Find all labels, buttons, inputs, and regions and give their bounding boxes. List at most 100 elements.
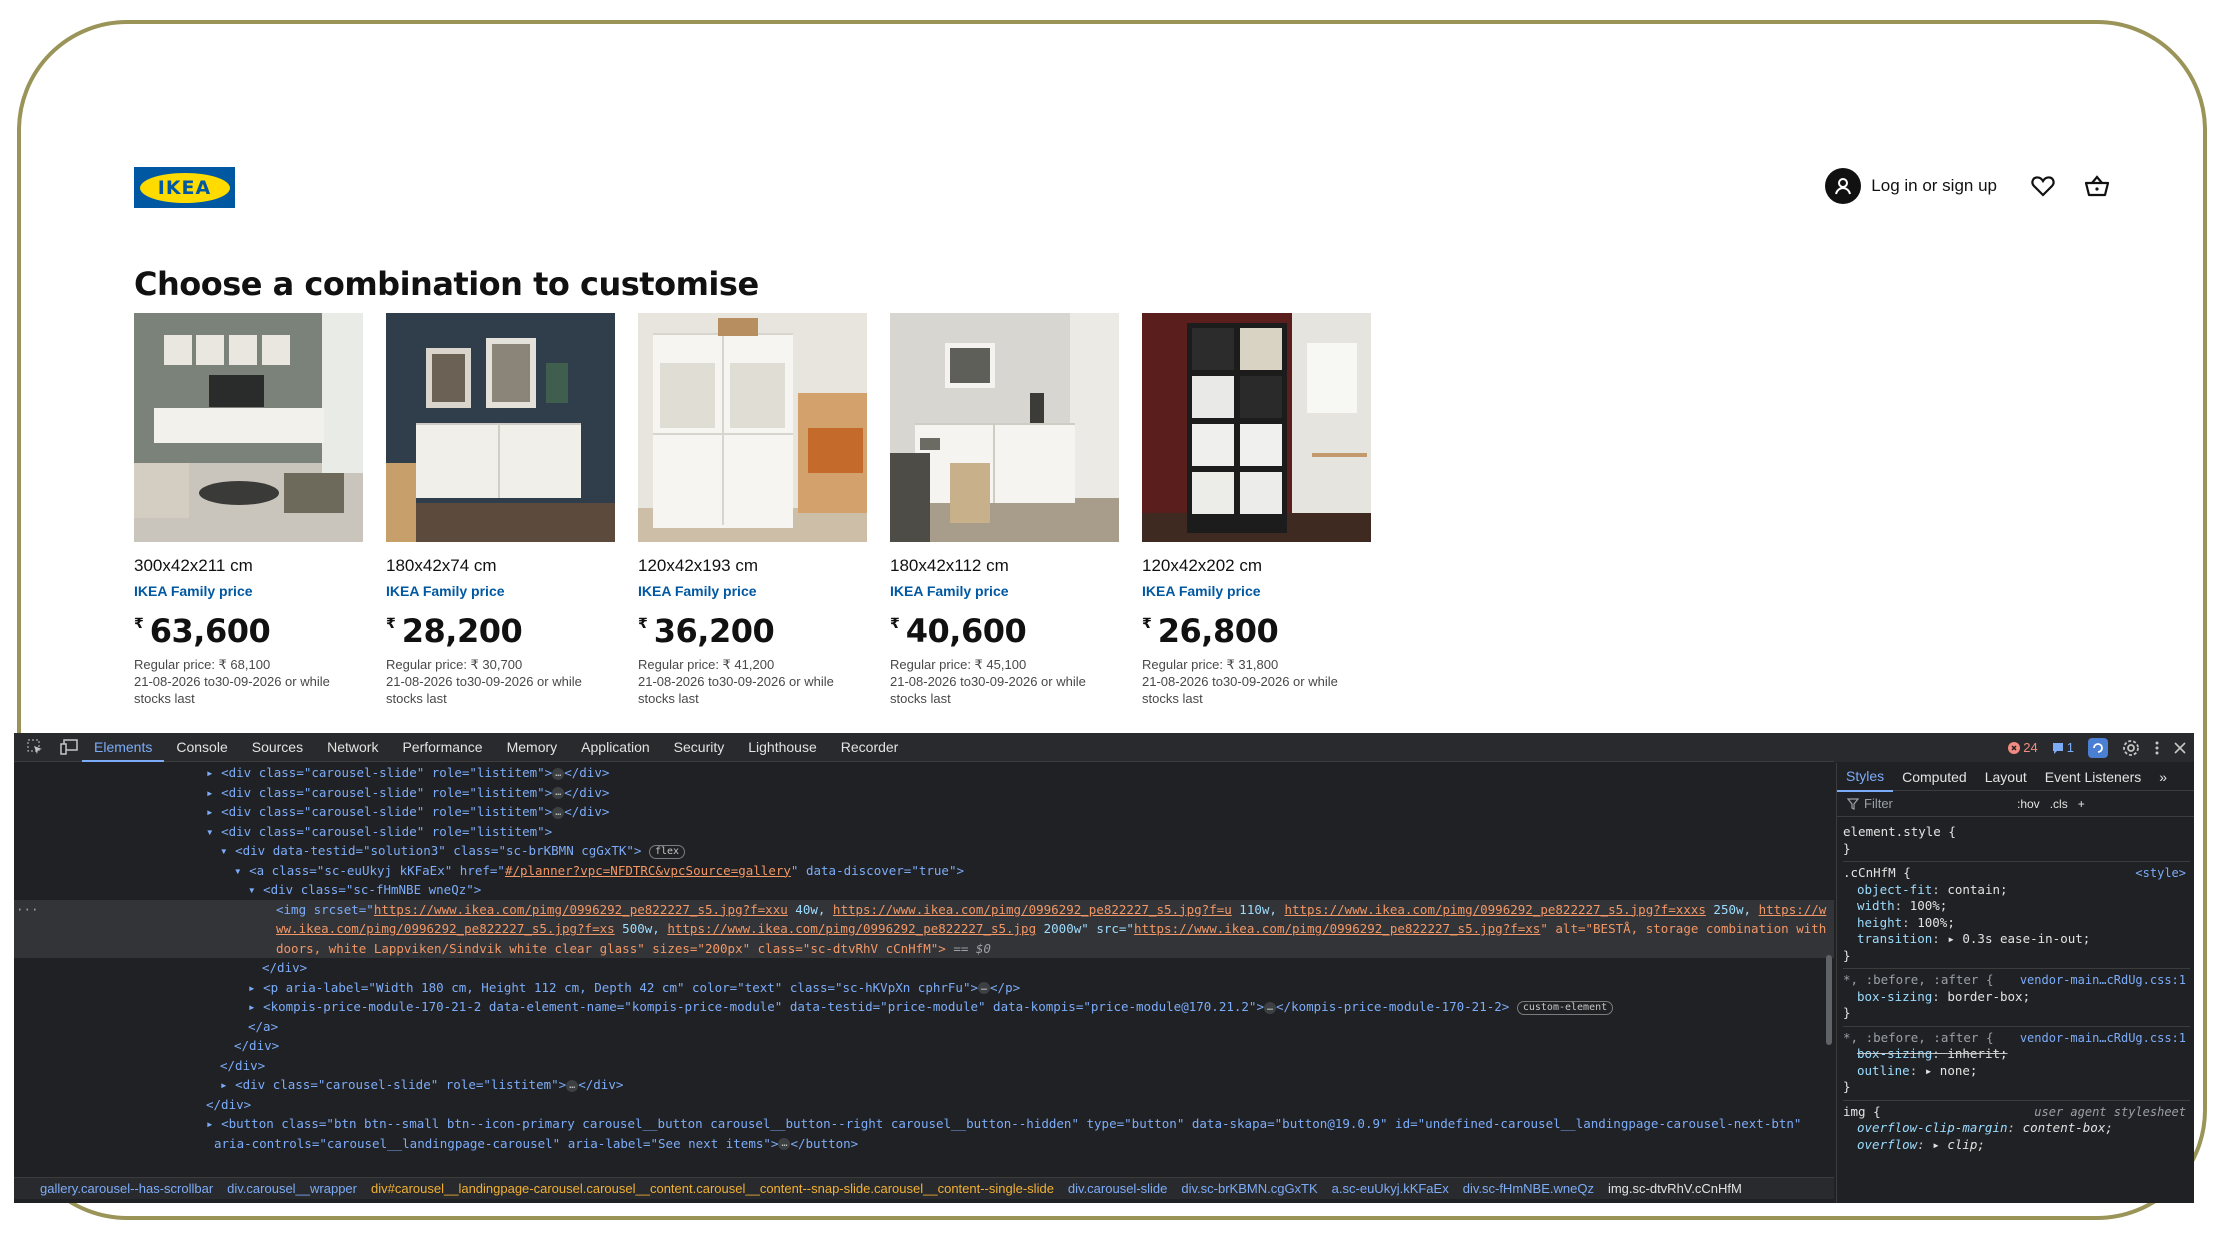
tab-layout[interactable]: Layout <box>1976 763 2036 791</box>
add-rule-icon[interactable]: + <box>2078 797 2085 811</box>
inspect-element-icon[interactable] <box>22 737 48 757</box>
sync-icon[interactable] <box>2088 737 2108 758</box>
dom-node[interactable]: </div> <box>14 1056 1834 1076</box>
tab-styles[interactable]: Styles <box>1837 762 1894 792</box>
rule-source-link[interactable]: vendor-main…cRdUg.css:1 <box>2020 1030 2186 1047</box>
tab-event-listeners[interactable]: Event Listeners <box>2036 763 2151 791</box>
filter-options: :hov .cls + <box>2017 797 2085 811</box>
heart-icon[interactable] <box>2029 172 2057 200</box>
css-declaration[interactable]: transition: ▸ 0.3s ease-in-out; <box>1843 931 2190 948</box>
styles-pane: Styles Computed Layout Event Listeners »… <box>1836 763 2194 1203</box>
dom-node-selected[interactable]: ··· <img srcset="https://www.ikea.com/pim… <box>14 899 1834 919</box>
dom-node-selected[interactable]: doors, white Lappviken/Sindvik white cle… <box>14 938 1834 958</box>
product-image[interactable] <box>890 313 1119 542</box>
product-price: 28,200 <box>401 612 523 650</box>
message-count-badge[interactable]: 1 <box>2052 740 2074 755</box>
more-options-icon[interactable] <box>2154 740 2160 756</box>
product-image[interactable] <box>638 313 867 542</box>
tab-recorder[interactable]: Recorder <box>829 733 911 762</box>
product-card[interactable]: 300x42x211 cm IKEA Family price ₹ 63,600… <box>134 313 363 707</box>
breadcrumb-item[interactable]: div.sc-brKBMN.cgGxTK <box>1181 1181 1317 1196</box>
device-toolbar-icon[interactable] <box>56 737 82 757</box>
breadcrumb-item[interactable]: div.sc-fHmNBE.wneQz <box>1463 1181 1594 1196</box>
tab-security[interactable]: Security <box>662 733 737 762</box>
breadcrumb-item[interactable]: gallery.carousel--has-scrollbar <box>40 1181 213 1196</box>
close-icon[interactable] <box>2174 741 2186 754</box>
css-declaration[interactable]: object-fit: contain; <box>1843 882 2190 899</box>
user-icon[interactable] <box>1825 168 1862 204</box>
ikea-logo[interactable]: IKEA <box>134 167 235 208</box>
dom-node[interactable]: ▾ <div class="sc-fHmNBE wneQz"> <box>14 880 1834 900</box>
product-image[interactable] <box>386 313 615 542</box>
dom-node[interactable]: ▸ <button class="btn btn--small btn--ico… <box>14 1114 1834 1134</box>
breadcrumb-item-current[interactable]: img.sc-dtvRhV.cCnHfM <box>1608 1181 1742 1196</box>
breadcrumb-item[interactable]: div.carousel-slide <box>1068 1181 1167 1196</box>
breadcrumb-item[interactable]: a.sc-euUkyj.kKFaEx <box>1332 1181 1449 1196</box>
gear-icon[interactable] <box>2122 739 2140 757</box>
error-count-badge[interactable]: 24 <box>2008 740 2038 755</box>
css-declaration[interactable]: height: 100%; <box>1843 915 2190 932</box>
product-card[interactable]: 120x42x193 cm IKEA Family price ₹ 36,200… <box>638 313 867 707</box>
dom-node[interactable]: ▸ <div class="carousel-slide" role="list… <box>14 802 1834 822</box>
hover-state-toggle[interactable]: :hov <box>2017 797 2040 811</box>
product-price: 40,600 <box>905 612 1027 650</box>
dom-node[interactable]: aria-controls="carousel__landingpage-car… <box>14 1134 1834 1154</box>
currency-symbol: ₹ <box>386 615 396 631</box>
dom-node[interactable]: ▾ <div class="carousel-slide" role="list… <box>14 822 1834 842</box>
dom-node[interactable]: ▾ <a class="sc-euUkyj kKFaEx" href="#/pl… <box>14 861 1834 881</box>
product-dimensions: 120x42x193 cm <box>638 556 759 575</box>
dom-node[interactable]: ▸ <div class="carousel-slide" role="list… <box>14 1075 1834 1095</box>
tab-elements[interactable]: Elements <box>82 733 165 762</box>
breadcrumb-item[interactable]: div.carousel__wrapper <box>227 1181 357 1196</box>
dom-node[interactable]: </div> <box>14 1095 1834 1115</box>
style-rule[interactable]: element.style { } <box>1843 821 2190 862</box>
tab-console[interactable]: Console <box>164 733 239 762</box>
product-card[interactable]: 120x42x202 cm IKEA Family price ₹ 26,800… <box>1142 313 1371 707</box>
tab-performance[interactable]: Performance <box>390 733 494 762</box>
dom-tree[interactable]: ▸ <div class="carousel-slide" role="list… <box>14 763 1834 1165</box>
basket-icon[interactable] <box>2083 172 2111 200</box>
style-rule[interactable]: .cCnHfM { <style> object-fit: contain; w… <box>1843 862 2190 969</box>
dom-node[interactable]: ▸ <p aria-label="Width 180 cm, Height 11… <box>14 978 1834 998</box>
dom-node[interactable]: </a> <box>14 1017 1834 1037</box>
dom-node[interactable]: ▾ <div data-testid="solution3" class="sc… <box>14 841 1834 861</box>
tab-memory[interactable]: Memory <box>495 733 570 762</box>
css-declaration-overridden[interactable]: box-sizing: inherit; <box>1843 1046 2190 1063</box>
login-link[interactable]: Log in or sign up <box>1871 176 1997 196</box>
dom-node[interactable]: </div> <box>14 958 1834 978</box>
tab-application[interactable]: Application <box>569 733 662 762</box>
breadcrumb-item[interactable]: div#carousel__landingpage-carousel.carou… <box>371 1181 1054 1196</box>
style-rule[interactable]: img { user agent stylesheet overflow-cli… <box>1843 1101 2190 1158</box>
tab-lighthouse[interactable]: Lighthouse <box>736 733 829 762</box>
style-rule[interactable]: *, :before, :after { vendor-main…cRdUg.c… <box>1843 969 2190 1027</box>
dom-node[interactable]: ▸ <div class="carousel-slide" role="list… <box>14 783 1834 803</box>
class-toggle[interactable]: .cls <box>2050 797 2068 811</box>
style-rule[interactable]: *, :before, :after { vendor-main…cRdUg.c… <box>1843 1027 2190 1101</box>
rule-source-link[interactable]: vendor-main…cRdUg.css:1 <box>2020 972 2186 989</box>
dom-breadcrumb: gallery.carousel--has-scrollbar div.caro… <box>14 1177 1834 1199</box>
tab-computed[interactable]: Computed <box>1893 763 1976 791</box>
dom-node[interactable]: </div> <box>14 1036 1834 1056</box>
more-tabs-icon[interactable]: » <box>2150 763 2176 791</box>
rule-source-link[interactable]: <style> <box>2135 865 2186 882</box>
css-declaration[interactable]: outline: ▸ none; <box>1843 1063 2190 1080</box>
product-card[interactable]: 180x42x112 cm IKEA Family price ₹ 40,600… <box>890 313 1119 707</box>
css-declaration[interactable]: box-sizing: border-box; <box>1843 989 2190 1006</box>
tab-sources[interactable]: Sources <box>240 733 315 762</box>
product-card[interactable]: 180x42x74 cm IKEA Family price ₹ 28,200 … <box>386 313 615 707</box>
tab-network[interactable]: Network <box>315 733 390 762</box>
dom-scrollbar[interactable] <box>1824 765 1834 1165</box>
scroll-thumb[interactable] <box>1826 955 1832 1045</box>
product-image[interactable] <box>134 313 363 542</box>
product-image[interactable] <box>1142 313 1371 542</box>
dom-node-selected[interactable]: ww.ikea.com/pimg/0996292_pe822227_s5.jpg… <box>14 919 1834 939</box>
css-declaration: overflow-clip-margin: content-box; <box>1857 1120 2113 1135</box>
filter-icon <box>1847 797 1859 810</box>
css-declaration[interactable]: width: 100%; <box>1843 898 2190 915</box>
product-price: 63,600 <box>149 612 271 650</box>
regular-price: Regular price: ₹ 31,800 21-08-2026 to30-… <box>1142 656 1371 707</box>
dom-node[interactable]: ▸ <kompis-price-module-170-21-2 data-ele… <box>14 997 1834 1017</box>
styles-filter-input[interactable]: Filter <box>1847 796 2017 811</box>
dom-node[interactable]: ▸ <div class="carousel-slide" role="list… <box>14 763 1834 783</box>
currency-symbol: ₹ <box>638 615 648 631</box>
